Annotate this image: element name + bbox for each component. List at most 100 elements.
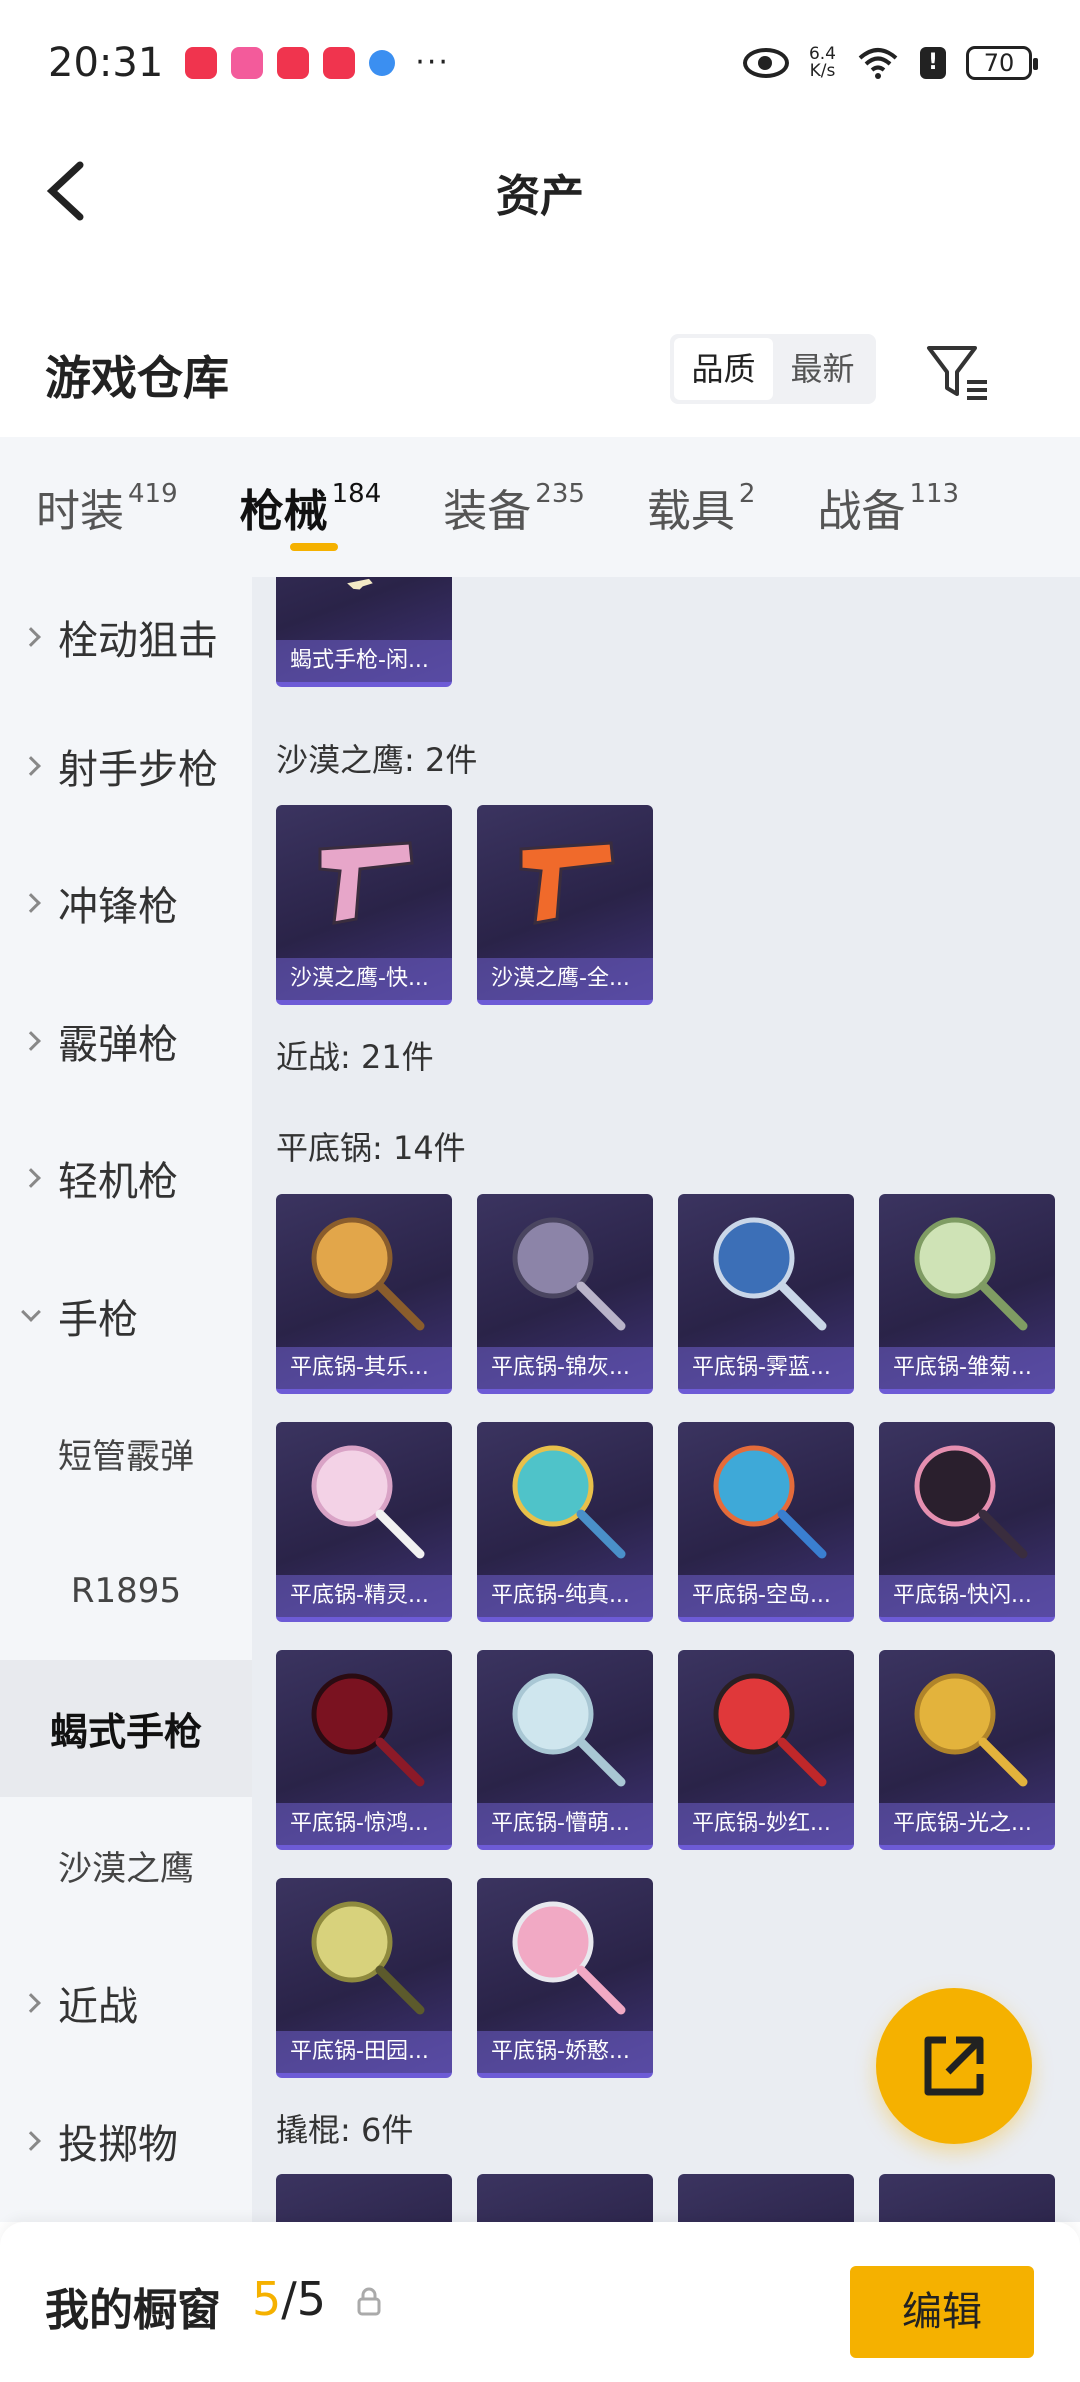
item-card[interactable] (276, 2174, 452, 2222)
item-name: 平底锅-霁蓝... (678, 1347, 854, 1389)
group-heading: 撬棍: 6件 (276, 2111, 414, 2149)
item-card[interactable]: 沙漠之鹰-全... (477, 805, 653, 1005)
nav-item-label: 手枪 (58, 1296, 138, 1343)
nav-item-shotgun[interactable]: 霰弹枪 (0, 972, 252, 1110)
item-name: 平底锅-快闪... (879, 1575, 1055, 1617)
item-name: 平底锅-锦灰... (477, 1347, 653, 1389)
tab-count: 2 (738, 479, 756, 509)
showcase-count: 5/5 (252, 2272, 326, 2326)
nav-item-label: 冲锋枪 (58, 884, 178, 931)
frying-pan-icon (914, 1673, 1028, 1787)
nav-item-melee[interactable]: 近战 (0, 1935, 252, 2073)
nav-item-bolt-sniper[interactable]: 栓动狙击 (0, 577, 252, 697)
item-card[interactable]: 平底锅-妙红... (678, 1650, 854, 1850)
tab-count: 235 (535, 479, 585, 509)
item-card[interactable]: 平底锅-雏菊... (879, 1194, 1055, 1394)
group-heading: 近战: 21件 (276, 1038, 434, 1076)
frying-pan-icon (512, 1445, 626, 1559)
nav-item-throwables[interactable]: 投掷物 (0, 2072, 252, 2210)
frying-pan-icon (311, 1445, 425, 1559)
nav-item-marksman-rifle[interactable]: 射手步枪 (0, 697, 252, 835)
frying-pan-icon (512, 1217, 626, 1331)
pistol-icon (347, 578, 373, 590)
item-card[interactable] (477, 2174, 653, 2222)
tab-firearms[interactable]: 枪械 184 (239, 437, 382, 577)
item-card[interactable] (879, 2174, 1055, 2222)
item-card[interactable] (678, 2174, 854, 2222)
lock-icon (357, 2287, 381, 2316)
share-fab-button[interactable] (876, 1988, 1032, 2144)
notification-app-icon (277, 46, 310, 79)
warehouse-header: 游戏仓库 品质 最新 (0, 320, 1080, 420)
item-name: 平底锅-田园... (276, 2031, 452, 2073)
eye-icon (742, 47, 789, 78)
external-link-icon (924, 2036, 984, 2096)
category-tabs: 时装 419 枪械 184 装备 235 载具 2 战备 113 (0, 437, 1080, 577)
nav-item-label: R1895 (70, 1570, 182, 1611)
item-card[interactable]: 平底锅-惊鸿... (276, 1650, 452, 1850)
item-name: 平底锅-妙红... (678, 1803, 854, 1845)
page-title: 资产 (496, 171, 584, 222)
group-heading: 沙漠之鹰: 2件 (276, 741, 478, 779)
item-card[interactable]: 平底锅-光之... (879, 1650, 1055, 1850)
item-name: 平底锅-其乐... (276, 1347, 452, 1389)
item-name: 平底锅-惊鸿... (276, 1803, 452, 1845)
nav-item-label: 近战 (58, 1984, 138, 2031)
tab-count: 184 (331, 479, 382, 509)
item-name: 平底锅-娇憨... (477, 2031, 653, 2073)
item-card[interactable]: 平底锅-空岛... (678, 1422, 854, 1622)
nav-subitem-r1895[interactable]: R1895 (0, 1522, 252, 1660)
item-name: 蝎式手枪-闲... (276, 640, 452, 682)
nav-item-smg[interactable]: 冲锋枪 (0, 835, 252, 973)
chevron-down-icon (21, 1302, 41, 1322)
edit-button[interactable]: 编辑 (850, 2266, 1034, 2358)
item-grid: 蝎式手枪-闲... 沙漠之鹰: 2件 沙漠之鹰-快... 沙漠之鹰-全... 近… (252, 577, 1080, 2222)
item-name: 平底锅-光之... (879, 1803, 1055, 1845)
nav-subitem-scorpion[interactable]: 蝎式手枪 (0, 1659, 252, 1797)
frying-pan-icon (512, 1673, 626, 1787)
frying-pan-icon (512, 1901, 626, 2015)
frying-pan-icon (713, 1445, 827, 1559)
sort-quality-button[interactable]: 品质 (674, 338, 773, 400)
item-card[interactable]: 沙漠之鹰-快... (276, 805, 452, 1005)
item-card[interactable]: 平底锅-锦灰... (477, 1194, 653, 1394)
app-header: 资产 (0, 125, 1080, 250)
nav-subitem-sawed-off[interactable]: 短管霰弹 (0, 1385, 252, 1523)
item-card[interactable]: 平底锅-纯真... (477, 1422, 653, 1622)
pistol-icon (318, 841, 414, 925)
item-card[interactable]: 平底锅-精灵... (276, 1422, 452, 1622)
notification-app-icon (323, 46, 356, 79)
tab-label: 战备 (817, 486, 906, 537)
item-card[interactable]: 平底锅-霁蓝... (678, 1194, 854, 1394)
notification-app-icon (231, 46, 264, 79)
item-card[interactable]: 平底锅-懵萌... (477, 1650, 653, 1850)
tab-fashion[interactable]: 时装 419 (36, 437, 178, 577)
sort-toggle: 品质 最新 (670, 334, 876, 404)
sort-newest-button[interactable]: 最新 (773, 338, 872, 400)
group-heading: 平底锅: 14件 (276, 1129, 466, 1167)
tab-gear[interactable]: 战备 113 (817, 437, 959, 577)
item-card[interactable]: 平底锅-田园... (276, 1878, 452, 2078)
frying-pan-icon (311, 1673, 425, 1787)
item-card[interactable]: 蝎式手枪-闲... (276, 577, 452, 687)
nav-item-pistol[interactable]: 手枪 (0, 1247, 252, 1385)
item-card[interactable]: 平底锅-娇憨... (477, 1878, 653, 2078)
frying-pan-icon (914, 1217, 1028, 1331)
pistol-icon (519, 841, 615, 925)
item-name: 平底锅-雏菊... (879, 1347, 1055, 1389)
tab-vehicles[interactable]: 载具 2 (647, 437, 756, 577)
notification-app-icon (369, 49, 396, 76)
tab-label: 枪械 (239, 486, 328, 537)
status-time: 20:31 (48, 39, 164, 86)
showcase-total: /5 (281, 2272, 327, 2326)
nav-item-lmg[interactable]: 轻机枪 (0, 1110, 252, 1248)
section-title: 游戏仓库 (45, 351, 229, 405)
battery-indicator: 70 (966, 45, 1038, 80)
filter-icon[interactable] (925, 342, 991, 402)
tab-equipment[interactable]: 装备 235 (443, 437, 585, 577)
item-card[interactable]: 平底锅-其乐... (276, 1194, 452, 1394)
nav-subitem-deagle[interactable]: 沙漠之鹰 (0, 1797, 252, 1935)
item-card[interactable]: 平底锅-快闪... (879, 1422, 1055, 1622)
showcase-bar: 我的橱窗 5/5 编辑 (0, 2222, 1080, 2382)
frying-pan-icon (311, 1901, 425, 2015)
